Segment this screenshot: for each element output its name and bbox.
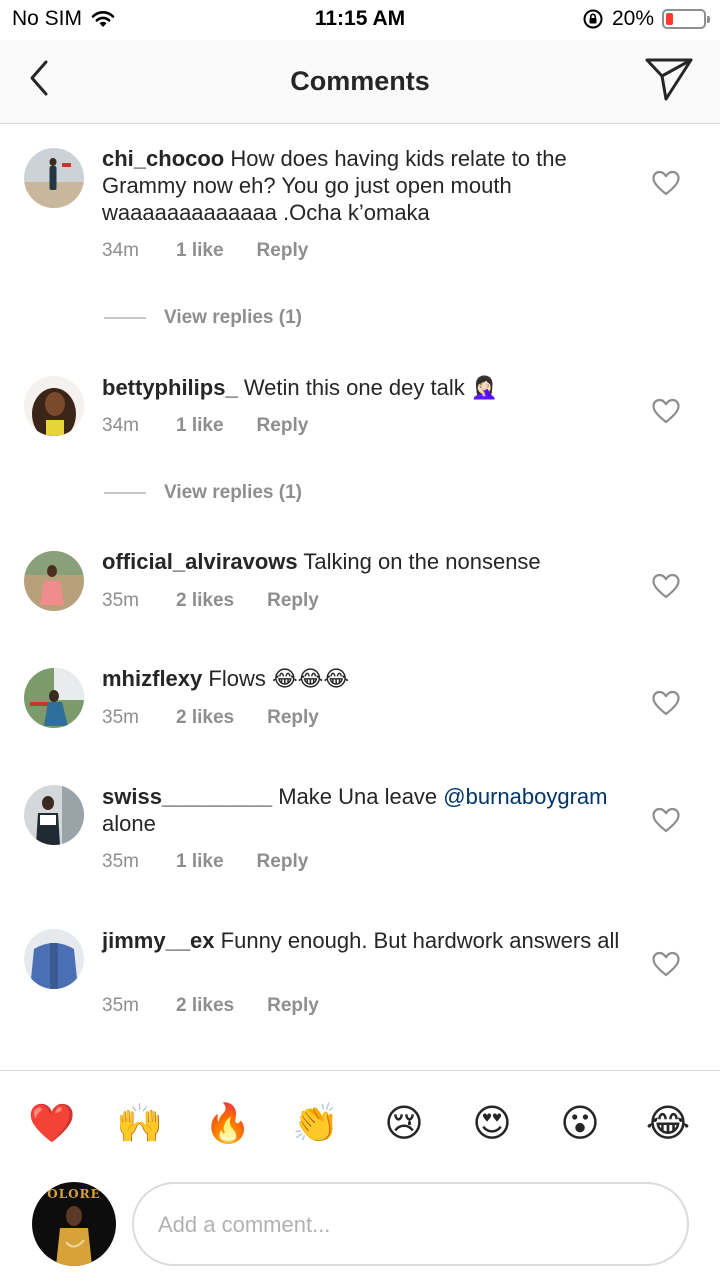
reply-button[interactable]: Reply	[267, 995, 319, 1017]
heart-icon[interactable]	[652, 690, 680, 716]
status-right: 20%	[582, 7, 710, 31]
reply-button[interactable]: Reply	[267, 590, 319, 612]
heart-icon[interactable]	[652, 807, 680, 833]
battery-percent: 20%	[611, 7, 654, 30]
avatar[interactable]	[24, 148, 84, 208]
heart-emoji-button[interactable]: ❤️	[27, 1101, 77, 1147]
view-replies-label: View replies (1)	[164, 307, 302, 328]
comment-text: swiss_________ Make Una leave @burnaboyg…	[102, 783, 632, 837]
avatar[interactable]	[24, 668, 84, 728]
comment-age: 35m	[102, 707, 139, 728]
crying-face-emoji-button[interactable]: 😢	[379, 1101, 429, 1147]
surprised-face-emoji-button[interactable]: 😮	[555, 1101, 605, 1147]
tears-of-joy-emoji-button[interactable]: 😂	[643, 1101, 693, 1147]
comment-meta: 35m 2 likes Reply	[102, 707, 319, 729]
current-user-avatar: OLORE	[32, 1182, 116, 1266]
fire-emoji-button[interactable]: 🔥	[203, 1101, 253, 1147]
comment-username[interactable]: bettyphilips_	[102, 375, 238, 400]
comment-meta: 34m 1 like Reply	[102, 240, 308, 262]
reply-button[interactable]: Reply	[257, 415, 309, 437]
comment-meta: 34m 1 like Reply	[102, 415, 308, 437]
comment-likes[interactable]: 2 likes	[176, 590, 234, 612]
comment-body: Wetin this one dey talk 🤦🏻‍♀️	[243, 375, 499, 400]
raised-hands-emoji-button[interactable]: 🙌	[115, 1101, 165, 1147]
comment-likes[interactable]: 1 like	[176, 851, 224, 873]
comment-text: bettyphilips_ Wetin this one dey talk 🤦🏻…	[102, 374, 632, 401]
reply-button[interactable]: Reply	[257, 240, 309, 262]
avatar[interactable]	[24, 785, 84, 845]
view-replies-button[interactable]: View replies (1)	[104, 307, 302, 329]
heart-icon[interactable]	[652, 398, 680, 424]
comment-input-container[interactable]	[132, 1182, 689, 1266]
clapping-hands-emoji-button[interactable]: 👏	[291, 1101, 341, 1147]
view-replies-line	[104, 317, 146, 319]
comment-age: 34m	[102, 415, 139, 436]
comment-username[interactable]: jimmy__ex	[102, 928, 215, 953]
comment-meta: 35m 2 likes Reply	[102, 590, 319, 612]
paper-plane-icon[interactable]	[644, 56, 694, 102]
comment-body: Talking on the nonsense	[303, 549, 541, 574]
comment-age: 34m	[102, 240, 139, 261]
comment-likes[interactable]: 1 like	[176, 240, 224, 262]
rotation-lock-icon	[583, 9, 603, 29]
view-replies-button[interactable]: View replies (1)	[104, 482, 302, 504]
comment-body: Flows 😂😂😂	[208, 666, 350, 691]
heart-icon[interactable]	[652, 951, 680, 977]
status-bar: No SIM 11:15 AM 20%	[0, 0, 720, 40]
view-replies-line	[104, 492, 146, 494]
comment-text: chi_chocoo How does having kids relate t…	[102, 145, 632, 226]
comment-body: Funny enough. But hardwork answers all	[220, 928, 620, 953]
comment-age: 35m	[102, 851, 139, 872]
comment-body: Make Una leave	[278, 784, 438, 809]
heart-icon[interactable]	[652, 573, 680, 599]
avatar[interactable]	[24, 929, 84, 989]
comment-meta: 35m 1 like Reply	[102, 851, 308, 873]
comment-likes[interactable]: 2 likes	[176, 995, 234, 1017]
comment-username[interactable]: official_alviravows	[102, 549, 298, 574]
navigation-bar: Comments	[0, 40, 720, 124]
battery-icon	[662, 9, 710, 29]
comment-username[interactable]: mhizflexy	[102, 666, 202, 691]
comment-age: 35m	[102, 590, 139, 611]
view-replies-label: View replies (1)	[164, 482, 302, 503]
heart-eyes-emoji-button[interactable]: 😍	[467, 1101, 517, 1147]
reply-button[interactable]: Reply	[267, 707, 319, 729]
avatar[interactable]	[24, 376, 84, 436]
mention-link[interactable]: @burnaboygram	[443, 784, 607, 809]
reply-button[interactable]: Reply	[257, 851, 309, 873]
comment-username[interactable]: swiss_________	[102, 784, 272, 809]
page-title: Comments	[290, 66, 430, 96]
comment-input[interactable]	[158, 1208, 658, 1242]
avatar[interactable]	[24, 551, 84, 611]
comment-age: 35m	[102, 995, 139, 1016]
comment-likes[interactable]: 1 like	[176, 415, 224, 437]
comment-meta: 35m 2 likes Reply	[102, 995, 319, 1017]
comment-text: jimmy__ex Funny enough. But hardwork ans…	[102, 927, 632, 954]
comment-username[interactable]: chi_chocoo	[102, 146, 224, 171]
comment-text: official_alviravows Talking on the nonse…	[102, 548, 632, 575]
comment-body-end: alone	[102, 811, 156, 836]
heart-icon[interactable]	[652, 170, 680, 196]
comment-text: mhizflexy Flows 😂😂😂	[102, 665, 632, 692]
quick-reaction-bar: ❤️ 🙌 🔥 👏 😢 😍 😮 😂	[0, 1070, 720, 1180]
comment-likes[interactable]: 2 likes	[176, 707, 234, 729]
battery-level-fill	[666, 13, 673, 25]
